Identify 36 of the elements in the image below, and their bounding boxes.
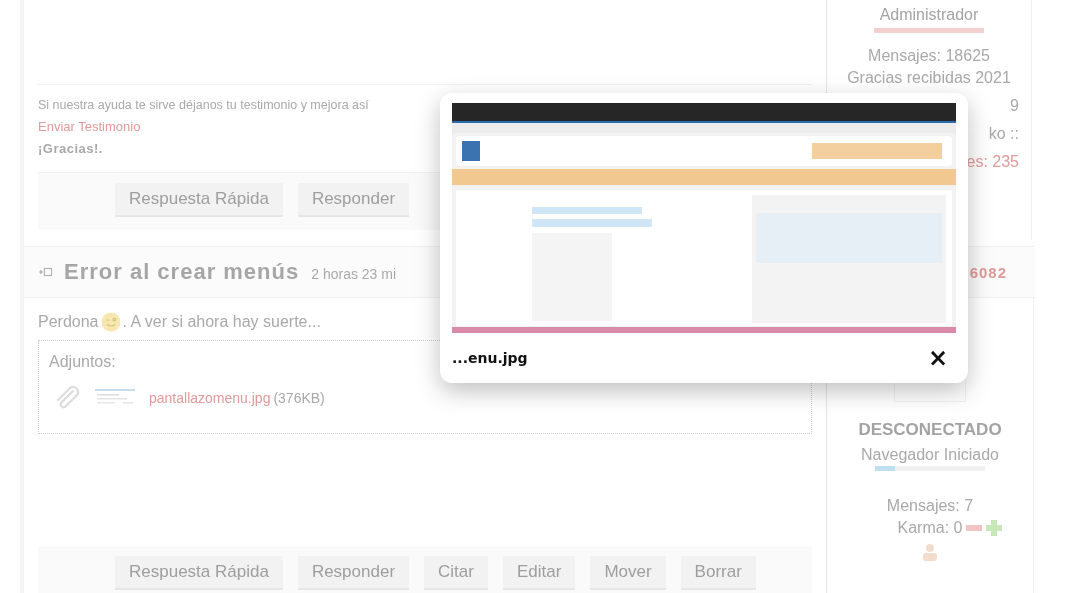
user-stat: 9 [1010, 97, 1019, 114]
user-stat: Mensajes: 18625 [868, 46, 990, 66]
user-karma: Karma: 0 [897, 518, 963, 538]
action-button[interactable]: Citar [424, 556, 488, 590]
user-stat: Mensajes: 7 [886, 496, 974, 516]
image-caption: ...enu.jpg [452, 350, 528, 366]
user-rank: Administrador [879, 6, 979, 24]
action-button[interactable]: Editar [502, 556, 576, 590]
signature-text: Si nuestra ayuda te sirve déjanos tu testimonio y mejora así [38, 98, 369, 112]
action-button[interactable]: Responder [297, 183, 410, 217]
testimonial-link[interactable]: Enviar Testimonio [38, 119, 141, 134]
action-button[interactable]: Mover [590, 556, 666, 590]
user-browser: Navegador Iniciado [861, 445, 999, 465]
attachments-label: Adjuntos: [49, 353, 116, 370]
plus-icon[interactable] [986, 520, 1003, 536]
new-message-icon [38, 266, 52, 278]
thumbnail-drawing [95, 389, 135, 407]
message-title: Error al crear menús [64, 259, 300, 285]
wink-emoji-icon [100, 312, 121, 332]
message-text: Perdona [38, 313, 99, 331]
user-icon [922, 543, 938, 561]
attachment-size: (376KB) [273, 390, 325, 406]
message-text: . A ver si ahora hay suerte... [122, 313, 321, 331]
user-stat: Gracias recibidas 2021 [847, 68, 1011, 88]
user-stat: ko :: [988, 125, 1019, 142]
attachment-link[interactable]: pantallazomenu.jpg [149, 390, 271, 406]
action-button[interactable]: Respuesta Rápida [115, 183, 283, 217]
action-button[interactable]: Responder [297, 556, 410, 590]
message-time: 2 horas 23 mi [311, 266, 397, 282]
thanks-text: ¡Gracias!. [38, 141, 103, 156]
online-status: DESCONECTADO [858, 420, 1002, 440]
action-button[interactable]: Borrar [680, 556, 756, 590]
message-id-link[interactable]: 6082 [969, 263, 1007, 281]
action-button[interactable]: Respuesta Rápida [115, 556, 283, 590]
minus-icon[interactable] [966, 525, 983, 531]
close-button[interactable]: × [919, 346, 956, 370]
